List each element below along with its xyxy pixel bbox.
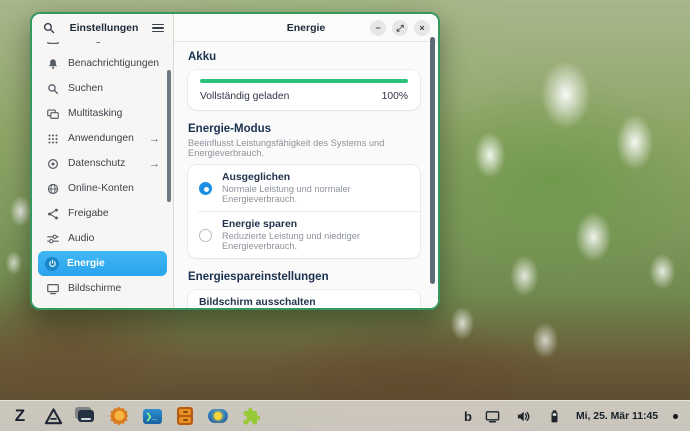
search-small-icon bbox=[45, 81, 60, 96]
battery-section-title: Akku bbox=[188, 51, 420, 63]
triangle-a-logo-icon[interactable] bbox=[43, 406, 63, 426]
sidebar-item-bildschirme[interactable]: Bildschirme bbox=[38, 276, 167, 301]
sidebar-title: Einstellungen bbox=[62, 22, 146, 34]
sidebar-item-energie[interactable]: Energie bbox=[38, 251, 167, 276]
sidebar-item-anwendungen[interactable]: Anwendungen → bbox=[38, 126, 167, 151]
battery-status-text: Vollständig geladen bbox=[200, 91, 289, 102]
sidebar-item-online-konten[interactable]: Online-Konten bbox=[38, 176, 167, 201]
battery-card: Vollständig geladen 100% bbox=[188, 70, 420, 110]
panel-content: Akku Vollständig geladen 100% Energie-Mo… bbox=[174, 42, 438, 308]
drawers-app-icon[interactable] bbox=[175, 406, 195, 426]
sidebar-item-datenschutz[interactable]: Datenschutz → bbox=[38, 151, 167, 176]
energy-panel: Energie − ⤢ × Akku Vollständig geladen 1… bbox=[174, 14, 438, 308]
row-screen-off: Bildschirm ausschalten Bildschirm bei In… bbox=[188, 290, 420, 308]
radio-unselected-icon[interactable] bbox=[199, 229, 212, 242]
chevron-right-icon: → bbox=[149, 158, 160, 170]
lion-browser-icon[interactable] bbox=[109, 406, 129, 426]
panel-title: Energie bbox=[287, 22, 326, 34]
sidebar-item-audio[interactable]: Audio bbox=[38, 226, 167, 251]
audio-sliders-icon bbox=[45, 231, 60, 246]
panel-header: Energie − ⤢ × bbox=[174, 14, 438, 42]
globe-icon bbox=[45, 181, 60, 196]
sidebar-header: Einstellungen bbox=[32, 14, 173, 42]
zorin-menu-icon[interactable]: Z bbox=[10, 406, 30, 426]
screen-off-dropdown[interactable]: 15 Minuten ▾ bbox=[349, 308, 409, 309]
puzzle-extension-icon[interactable] bbox=[241, 406, 261, 426]
battery-progress-bar bbox=[200, 79, 408, 83]
bell-icon bbox=[45, 56, 60, 71]
panel-scrollbar[interactable] bbox=[430, 37, 435, 284]
mode-section-subtitle: Beeinflusst Leistungsfähigkeit des Syste… bbox=[188, 138, 420, 158]
sidebar-item-benachrichtigungen[interactable]: Benachrichtigungen bbox=[38, 51, 167, 76]
chevron-right-icon: → bbox=[149, 133, 160, 145]
notification-dot[interactable] bbox=[673, 414, 678, 419]
sun-app-icon[interactable] bbox=[208, 406, 228, 426]
desktop-wallpaper: Einstellungen Hintergrund Benachrichtigu… bbox=[0, 0, 690, 431]
taskbar-clock[interactable]: Mi, 25. Mär 11:45 bbox=[576, 411, 658, 422]
battery-tray-icon[interactable] bbox=[545, 406, 565, 426]
hamburger-menu-icon[interactable] bbox=[152, 24, 164, 33]
mode-section-title: Energie-Modus bbox=[188, 123, 420, 135]
minimize-button[interactable]: − bbox=[370, 20, 386, 36]
apps-grid-icon bbox=[45, 131, 60, 146]
sidebar-item-multitasking[interactable]: Multitasking bbox=[38, 101, 167, 126]
mode-card: Ausgeglichen Normale Leistung und normal… bbox=[188, 165, 420, 258]
sidebar-scrollbar[interactable] bbox=[167, 70, 171, 202]
saving-card: Bildschirm ausschalten Bildschirm bei In… bbox=[188, 290, 420, 308]
sidebar-item-suchen[interactable]: Suchen bbox=[38, 76, 167, 101]
sidebar-item-hintergrund[interactable]: Hintergrund bbox=[38, 42, 167, 51]
sidebar-item-freigabe[interactable]: Freigabe bbox=[38, 201, 167, 226]
display-tray-icon[interactable] bbox=[483, 406, 503, 426]
share-icon bbox=[45, 206, 60, 221]
terminal-icon[interactable]: ❯_ bbox=[142, 406, 162, 426]
close-button[interactable]: × bbox=[414, 20, 430, 36]
wallpaper-icon bbox=[45, 42, 60, 46]
multitasking-icon bbox=[45, 106, 60, 121]
settings-sidebar: Einstellungen Hintergrund Benachrichtigu… bbox=[32, 14, 174, 308]
volume-icon[interactable] bbox=[514, 406, 534, 426]
radio-selected-icon[interactable] bbox=[199, 182, 212, 195]
mode-option-powersave[interactable]: Energie sparen Reduzierte Leistung und n… bbox=[188, 212, 420, 258]
taskbar: Z ❯_ b Mi, 25. Mär 11:45 bbox=[0, 400, 690, 431]
mode-option-balanced[interactable]: Ausgeglichen Normale Leistung und normal… bbox=[188, 165, 420, 211]
saving-section-title: Energiespareinstellungen bbox=[188, 271, 420, 283]
privacy-target-icon bbox=[45, 156, 60, 171]
pointer-b-icon[interactable]: b bbox=[464, 409, 472, 424]
search-icon[interactable] bbox=[41, 21, 56, 36]
window-stack-icon[interactable] bbox=[76, 406, 96, 426]
maximize-button[interactable]: ⤢ bbox=[392, 20, 408, 36]
system-tray: b Mi, 25. Mär 11:45 bbox=[464, 406, 680, 426]
power-icon bbox=[45, 257, 59, 271]
display-icon bbox=[45, 281, 60, 296]
battery-percent: 100% bbox=[382, 91, 408, 102]
sidebar-list: Hintergrund Benachrichtigungen Suchen bbox=[32, 42, 173, 308]
settings-window: Einstellungen Hintergrund Benachrichtigu… bbox=[30, 12, 440, 310]
